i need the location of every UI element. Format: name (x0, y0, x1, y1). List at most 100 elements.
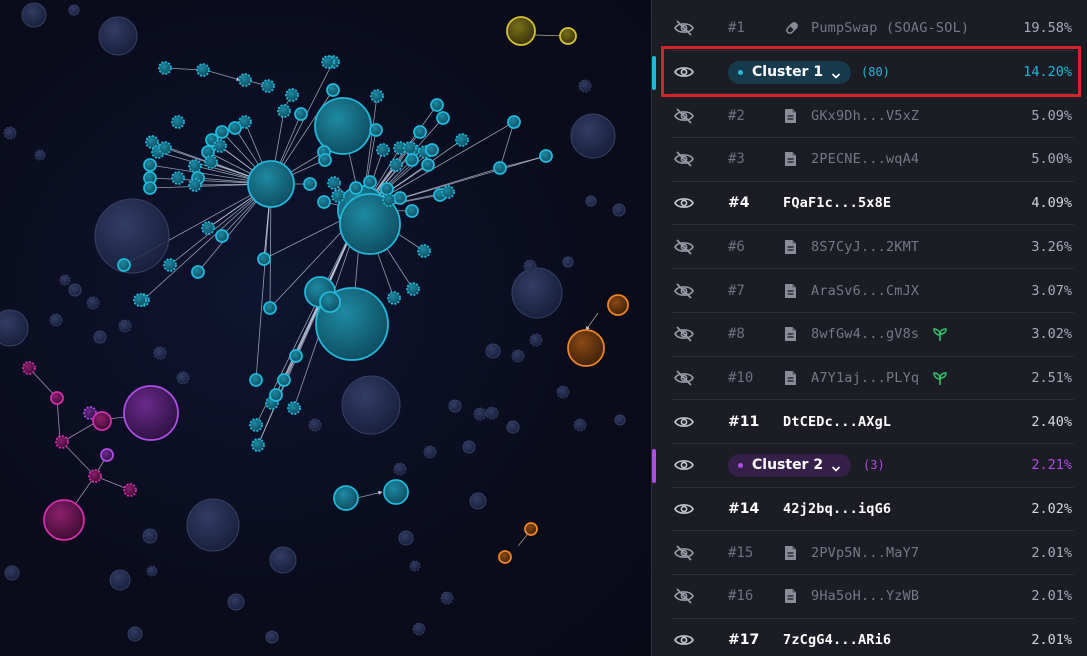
graph-bubble[interactable] (381, 183, 393, 195)
holder-row[interactable]: #14 42j2bq...iqG6 2.02% (671, 488, 1074, 532)
graph-bubble[interactable] (422, 159, 434, 171)
graph-bubble[interactable] (177, 372, 189, 384)
graph-bubble[interactable] (69, 284, 81, 296)
graph-bubble[interactable] (205, 156, 217, 168)
graph-bubble[interactable] (248, 161, 294, 207)
graph-bubble[interactable] (384, 480, 408, 504)
eye-icon[interactable] (674, 195, 696, 211)
graph-bubble[interactable] (87, 297, 99, 309)
graph-bubble[interactable] (424, 446, 436, 458)
graph-bubble[interactable] (342, 376, 400, 434)
eye-icon[interactable] (674, 501, 696, 517)
graph-bubble[interactable] (124, 386, 178, 440)
graph-bubble[interactable] (60, 275, 70, 285)
graph-bubble[interactable] (394, 192, 406, 204)
graph-bubble[interactable] (164, 259, 176, 271)
holder-row[interactable]: #1 PumpSwap (SOAG-SOL) 19.58% (671, 7, 1074, 51)
graph-bubble[interactable] (394, 463, 406, 475)
graph-bubble[interactable] (89, 470, 101, 482)
graph-bubble[interactable] (332, 190, 344, 202)
graph-bubble[interactable] (278, 105, 290, 117)
graph-bubble[interactable] (442, 186, 454, 198)
eye-off-icon[interactable] (674, 20, 696, 36)
graph-bubble[interactable] (418, 245, 430, 257)
graph-bubble[interactable] (449, 400, 461, 412)
holder-address[interactable]: A7Y1aj...PLYq (811, 370, 919, 386)
graph-bubble[interactable] (470, 493, 486, 509)
graph-bubble[interactable] (252, 439, 264, 451)
graph-bubble[interactable] (69, 5, 79, 15)
graph-bubble[interactable] (134, 294, 146, 306)
graph-bubble[interactable] (189, 160, 201, 172)
bubble-map-canvas[interactable] (0, 0, 651, 656)
graph-bubble[interactable] (95, 199, 169, 273)
graph-bubble[interactable] (172, 116, 184, 128)
graph-bubble[interactable] (437, 112, 449, 124)
graph-bubble[interactable] (377, 144, 389, 156)
holder-address[interactable]: 42j2bq...iqG6 (783, 501, 891, 517)
graph-bubble[interactable] (239, 116, 251, 128)
graph-bubble[interactable] (350, 182, 362, 194)
cluster-row[interactable]: Cluster 1 (80) 14.20% (671, 51, 1074, 95)
holder-address[interactable]: 8wfGw4...gV8s (811, 326, 919, 342)
cluster-dropdown[interactable]: Cluster 2 (728, 454, 851, 477)
graph-bubble[interactable] (99, 17, 137, 55)
eye-off-icon[interactable] (674, 545, 696, 561)
holder-row[interactable]: #10 A7Y1aj...PLYq 2.51% (671, 357, 1074, 401)
graph-bubble[interactable] (50, 314, 62, 326)
graph-bubble[interactable] (189, 179, 201, 191)
graph-bubble[interactable] (571, 114, 615, 158)
bubble-map-graph[interactable] (0, 0, 651, 656)
graph-bubble[interactable] (512, 350, 524, 362)
graph-bubble[interactable] (410, 561, 420, 571)
graph-bubble[interactable] (154, 347, 166, 359)
graph-bubble[interactable] (229, 122, 241, 134)
graph-bubble[interactable] (557, 386, 569, 398)
holder-row[interactable]: #11 DtCEDc...AXgL 2.40% (671, 400, 1074, 444)
graph-bubble[interactable] (407, 283, 419, 295)
graph-bubble[interactable] (414, 126, 426, 138)
holder-address[interactable]: AraSv6...CmJX (811, 283, 919, 299)
graph-bubble[interactable] (262, 80, 274, 92)
graph-bubble[interactable] (101, 449, 113, 461)
graph-bubble[interactable] (22, 3, 46, 27)
holder-address[interactable]: PumpSwap (SOAG-SOL) (811, 20, 969, 36)
graph-bubble[interactable] (270, 389, 282, 401)
graph-bubble[interactable] (406, 154, 418, 166)
graph-bubble[interactable] (266, 631, 278, 643)
graph-bubble[interactable] (540, 150, 552, 162)
graph-bubble[interactable] (413, 623, 425, 635)
graph-bubble[interactable] (93, 412, 111, 430)
graph-bubble[interactable] (320, 292, 340, 312)
holder-address[interactable]: 2PECNE...wqA4 (811, 151, 919, 167)
holder-row[interactable]: #16 9Ha5oH...YzWB 2.01% (671, 575, 1074, 619)
graph-bubble[interactable] (278, 374, 290, 386)
graph-bubble[interactable] (371, 90, 383, 102)
eye-off-icon[interactable] (674, 588, 696, 604)
eye-icon[interactable] (674, 457, 696, 473)
graph-bubble[interactable] (507, 421, 519, 433)
eye-off-icon[interactable] (674, 151, 696, 167)
cluster-dropdown[interactable]: Cluster 1 (728, 61, 851, 84)
holder-row[interactable]: #2 GKx9Dh...V5xZ 5.09% (671, 94, 1074, 138)
graph-bubble[interactable] (456, 134, 468, 146)
graph-bubble[interactable] (579, 80, 591, 92)
graph-bubble[interactable] (390, 159, 402, 171)
graph-bubble[interactable] (406, 205, 418, 217)
graph-bubble[interactable] (202, 222, 214, 234)
eye-off-icon[interactable] (674, 108, 696, 124)
eye-off-icon[interactable] (674, 283, 696, 299)
graph-bubble[interactable] (4, 127, 16, 139)
graph-bubble[interactable] (44, 500, 84, 540)
graph-bubble[interactable] (288, 402, 300, 414)
holder-list[interactable]: #1 PumpSwap (SOAG-SOL) 19.58% Cluster 1 (80)… (651, 0, 1087, 656)
graph-bubble[interactable] (508, 116, 520, 128)
graph-bubble[interactable] (216, 126, 228, 138)
holder-address[interactable]: 2PVp5N...MaY7 (811, 545, 919, 561)
holder-row[interactable]: #15 2PVp5N...MaY7 2.01% (671, 531, 1074, 575)
graph-bubble[interactable] (426, 144, 438, 156)
eye-icon[interactable] (674, 632, 696, 648)
graph-bubble[interactable] (56, 436, 68, 448)
graph-bubble[interactable] (524, 260, 536, 272)
eye-off-icon[interactable] (674, 326, 696, 342)
